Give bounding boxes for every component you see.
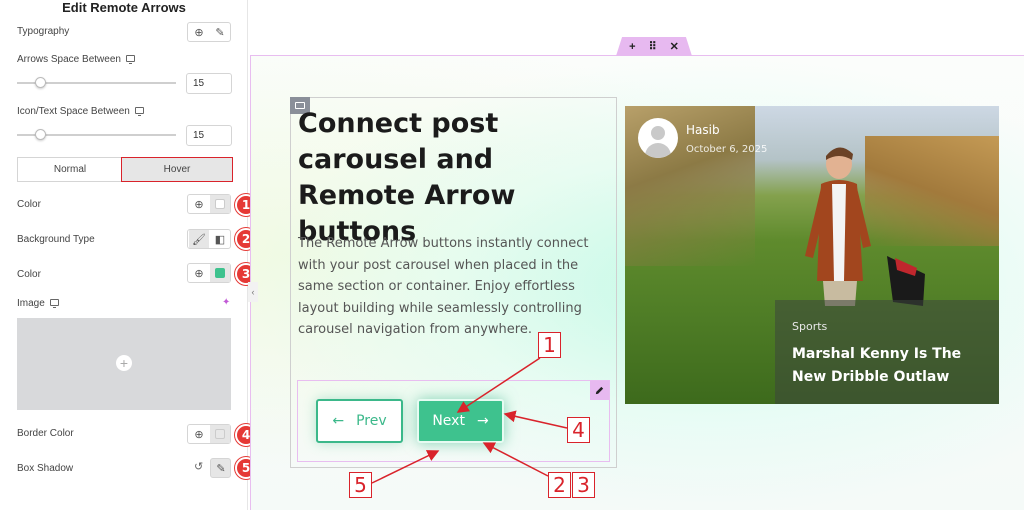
annotation-label-1: 1 [538, 332, 561, 358]
annotation-label-2: 2 [548, 472, 571, 498]
annotation-label-5: 5 [349, 472, 372, 498]
annotation-label-3: 3 [572, 472, 595, 498]
collapse-panel-icon[interactable]: ‹ [248, 282, 258, 302]
annotation-label-4: 4 [567, 417, 590, 443]
annotation-arrows [371, 357, 568, 484]
